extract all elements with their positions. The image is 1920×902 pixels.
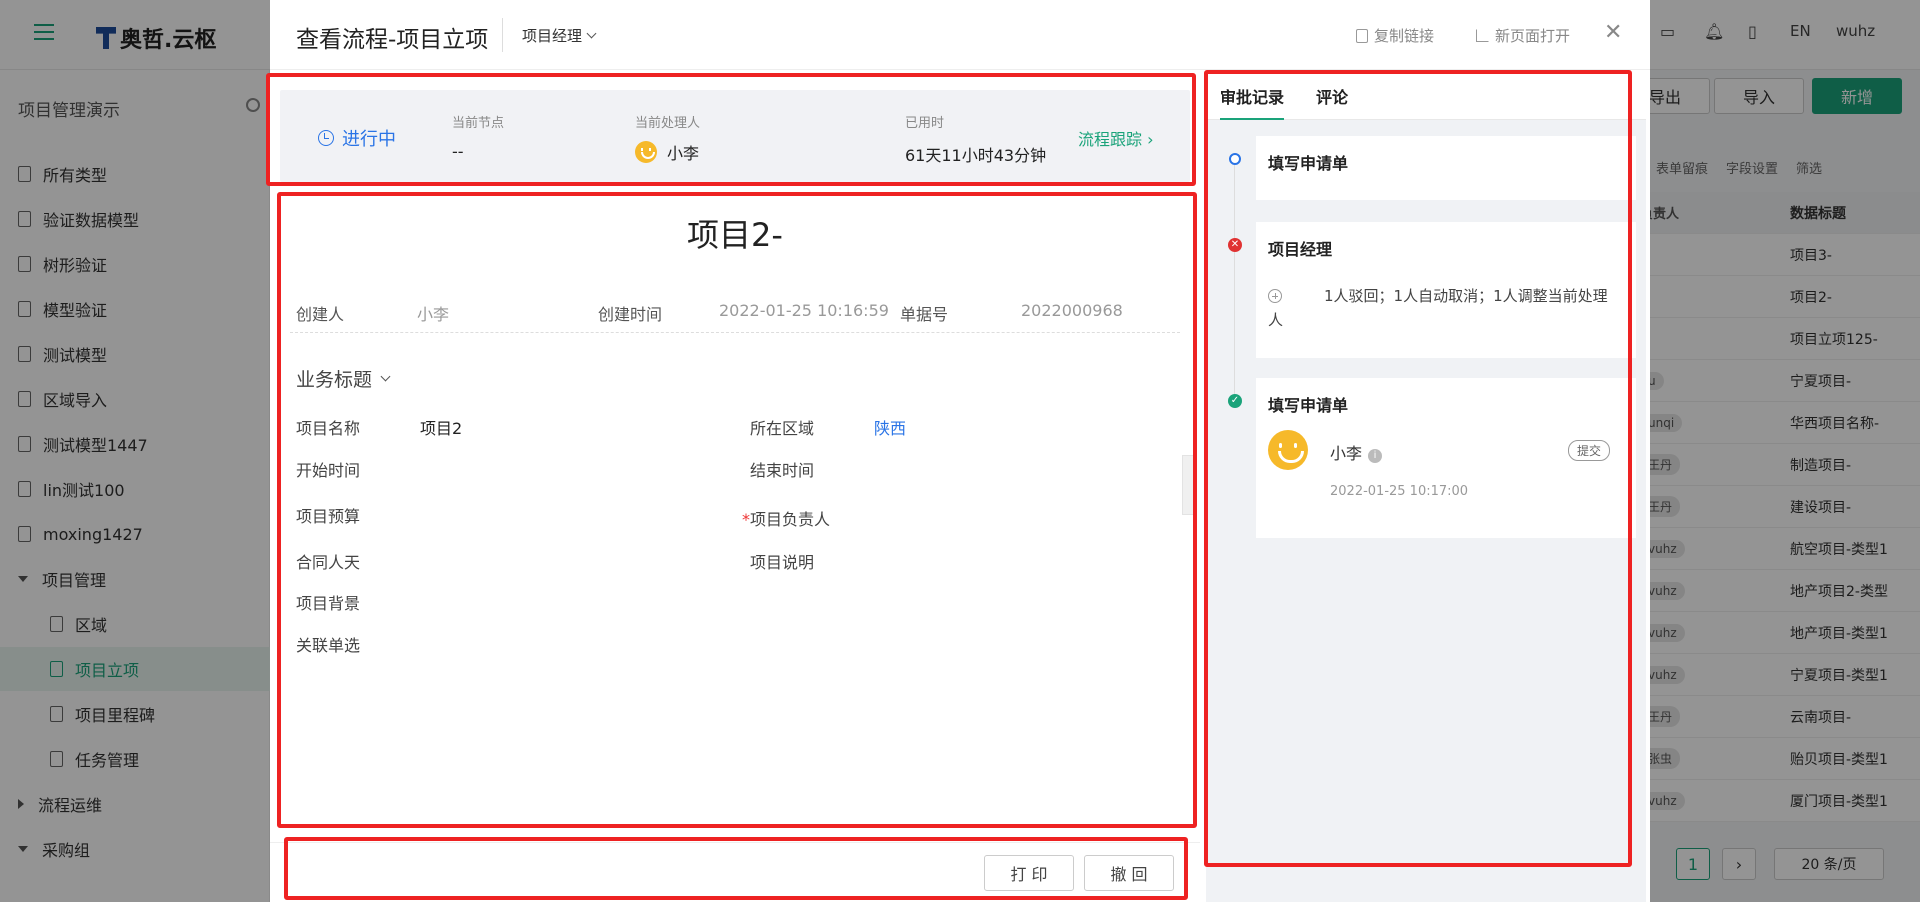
project-name-value: 项目2 xyxy=(420,419,463,438)
divider xyxy=(502,18,503,52)
avatar xyxy=(1268,430,1308,470)
avatar xyxy=(635,141,657,163)
chevron-right-icon: › xyxy=(1147,130,1154,149)
docno-value: 2022000968 xyxy=(1021,301,1123,320)
drawer-footer: 打 印 撤 回 xyxy=(270,842,1200,902)
process-track-link[interactable]: 流程跟踪 › xyxy=(1078,126,1154,150)
copy-link-button[interactable]: 复制链接 xyxy=(1356,25,1434,46)
copy-icon xyxy=(1356,28,1368,43)
divider xyxy=(290,332,1180,333)
timeline-title: 填写申请单 xyxy=(1268,396,1349,415)
project-background-label: 项目背景 xyxy=(296,594,361,613)
process-state: 进行中 xyxy=(318,125,396,151)
document-title: 项目2- xyxy=(687,216,783,254)
process-drawer: 查看流程-项目立项 项目经理 复制链接 新页面打开 ✕ 进行中 当前节点 -- … xyxy=(270,0,1650,902)
region-value[interactable]: 陕西 xyxy=(874,415,906,439)
project-owner-label: *项目负责人 xyxy=(742,510,831,529)
handler-value: 小李 xyxy=(635,140,699,164)
external-link-icon xyxy=(1476,29,1489,42)
open-new-page-button[interactable]: 新页面打开 xyxy=(1476,25,1570,46)
contract-days-label: 合同人天 xyxy=(296,553,361,572)
close-icon[interactable]: ✕ xyxy=(1604,20,1622,45)
expand-icon[interactable] xyxy=(1268,289,1282,303)
project-name-label: 项目名称 xyxy=(296,419,361,438)
done-status-icon: ✓ xyxy=(1228,394,1242,408)
status-bar: 进行中 当前节点 -- 当前处理人 小李 已用时 61天11小时43分钟 流程跟… xyxy=(280,90,1190,182)
required-mark: * xyxy=(742,510,750,529)
elapsed-value: 61天11小时43分钟 xyxy=(905,146,1047,165)
chevron-down-icon xyxy=(380,371,391,382)
role-label: 项目经理 xyxy=(522,27,583,45)
section-header[interactable]: 业务标题 xyxy=(296,365,391,392)
region-label: 所在区域 xyxy=(750,419,815,438)
approver-name: 小李 i xyxy=(1330,440,1383,464)
timeline-line xyxy=(1234,164,1235,404)
clock-icon xyxy=(318,130,334,146)
project-desc-label: 项目说明 xyxy=(750,553,815,572)
budget-label: 项目预算 xyxy=(296,507,361,526)
timeline-title: 项目经理 xyxy=(1268,240,1333,259)
pending-status-icon xyxy=(1229,153,1241,165)
info-icon[interactable]: i xyxy=(1368,449,1383,463)
rejected-status-icon: ✕ xyxy=(1228,238,1242,252)
timeline-time: 2022-01-25 10:17:00 xyxy=(1330,484,1469,499)
drawer-header: 查看流程-项目立项 项目经理 复制链接 新页面打开 ✕ xyxy=(270,0,1650,70)
timeline-title: 填写申请单 xyxy=(1268,154,1349,173)
approval-panel: 审批记录 评论 填写申请单 ✕ 项目经理 1人驳回；1人自动取消；1人调整当前处… xyxy=(1206,72,1646,902)
created-time-label: 创建时间 xyxy=(598,305,663,324)
role-dropdown[interactable]: 项目经理 xyxy=(522,25,597,46)
created-time-value: 2022-01-25 10:16:59 xyxy=(719,301,889,320)
creator-value: 小李 xyxy=(417,305,450,324)
elapsed-label: 已用时 xyxy=(905,116,945,131)
drawer-title: 查看流程-项目立项 xyxy=(296,27,489,53)
panel-tabs: 审批记录 评论 xyxy=(1206,72,1646,120)
action-tag: 提交 xyxy=(1568,440,1611,461)
timeline-item: 填写申请单 xyxy=(1256,136,1636,200)
handler-label: 当前处理人 xyxy=(635,116,701,131)
timeline-item: 填写申请单 小李 i 提交 2022-01-25 10:17:00 xyxy=(1256,378,1636,538)
print-button[interactable]: 打 印 xyxy=(984,855,1074,891)
related-select-label: 关联单选 xyxy=(296,636,361,655)
docno-label: 单据号 xyxy=(900,305,949,324)
node-value: -- xyxy=(452,142,464,161)
collapse-handle[interactable] xyxy=(1182,455,1196,515)
node-label: 当前节点 xyxy=(452,116,505,131)
tab-comments[interactable]: 评论 xyxy=(1316,84,1348,118)
tab-approval-records[interactable]: 审批记录 xyxy=(1220,84,1285,120)
timeline-note: 1人驳回；1人自动取消；1人调整当前处理人 xyxy=(1268,287,1608,329)
end-time-label: 结束时间 xyxy=(750,461,815,480)
start-time-label: 开始时间 xyxy=(296,461,361,480)
chevron-down-icon xyxy=(586,28,597,39)
timeline-item: 项目经理 1人驳回；1人自动取消；1人调整当前处理人 xyxy=(1256,222,1636,358)
form-document: 项目2- 创建人 小李 创建时间 2022-01-25 10:16:59 单据号… xyxy=(280,200,1190,820)
creator-label: 创建人 xyxy=(296,305,345,324)
revoke-button[interactable]: 撤 回 xyxy=(1084,855,1174,891)
